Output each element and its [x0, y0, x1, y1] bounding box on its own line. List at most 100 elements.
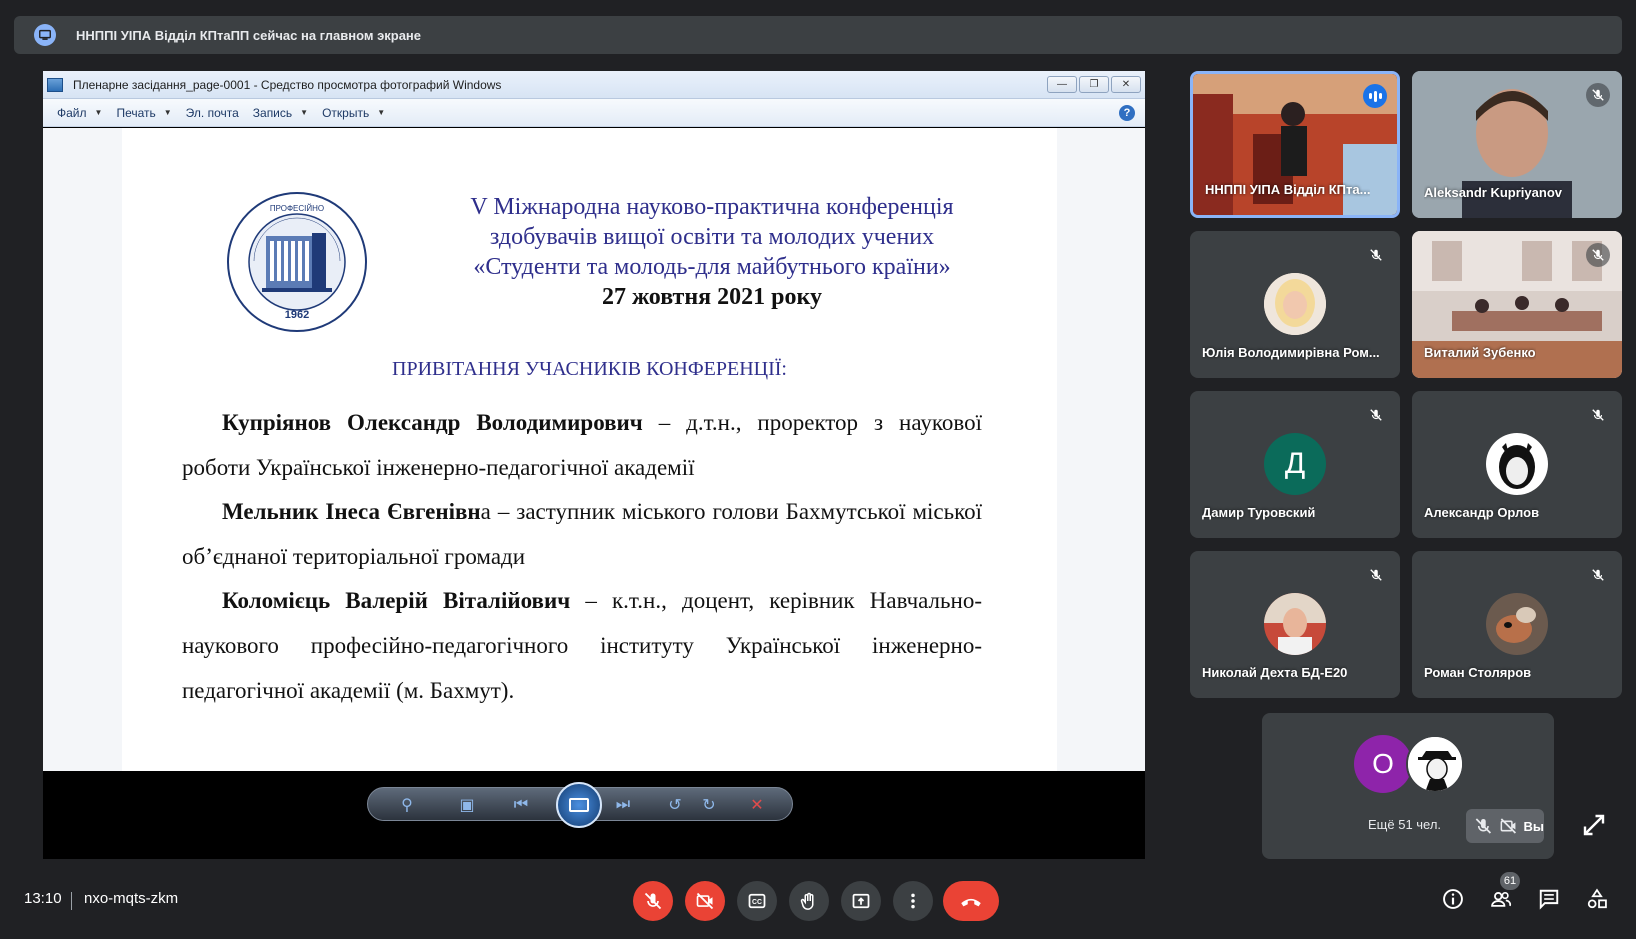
- expand-icon[interactable]: [1582, 813, 1606, 837]
- document-area: ПРОФЕСІЙНО 1962 V Міжнародна науково-пра…: [43, 128, 1145, 771]
- participant-avatar-letter: Д: [1264, 433, 1326, 495]
- chat-icon: [1539, 889, 1559, 910]
- chevron-down-icon: ▼: [94, 108, 103, 117]
- participant-name: Виталий Зубенко: [1424, 345, 1536, 360]
- self-view-controls: Вы: [1466, 809, 1544, 843]
- camera-off-icon: [696, 892, 714, 910]
- close-button[interactable]: ✕: [1111, 76, 1141, 93]
- mic-off-icon: [1586, 83, 1610, 107]
- photo-viewer-icon: [47, 77, 63, 92]
- participant-avatar: [1264, 593, 1326, 655]
- participant-tile[interactable]: Aleksandr Kupriyanov: [1412, 71, 1622, 218]
- mic-off-icon[interactable]: [1474, 815, 1493, 837]
- minimize-button[interactable]: —: [1047, 76, 1077, 93]
- mic-toggle-button[interactable]: [633, 881, 673, 921]
- chevron-down-icon: ▼: [300, 108, 309, 117]
- participant-avatar: [1486, 593, 1548, 655]
- participant-name: Александр Орлов: [1424, 505, 1540, 520]
- speaker-name-1: Купріянов Олександр Володимирович: [222, 410, 643, 435]
- participant-name: Юлія Володимирівна Ром...: [1202, 345, 1380, 360]
- conference-line-1: V Міжнародна науково-практична конференц…: [470, 194, 954, 220]
- participant-avatar-letter: O: [1354, 735, 1412, 793]
- menu-email[interactable]: Эл. почта: [186, 106, 239, 120]
- greeting-paragraph-2: Мельник Інеса Євгенівна – заступник місь…: [182, 499, 982, 569]
- participant-name: Роман Столяров: [1424, 665, 1532, 680]
- conference-heading: V Міжнародна науково-практична конференц…: [412, 192, 1012, 312]
- help-icon[interactable]: ?: [1119, 105, 1135, 121]
- rotate-left-icon[interactable]: ↺: [664, 795, 686, 815]
- next-icon[interactable]: ⏭: [612, 795, 634, 815]
- zoom-icon[interactable]: ⚲: [396, 795, 418, 815]
- self-label: Вы: [1523, 818, 1545, 834]
- participant-tile[interactable]: Роман Столяров: [1412, 551, 1622, 698]
- menu-file[interactable]: Файл ▼: [57, 106, 102, 120]
- more-vert-icon: [911, 893, 915, 909]
- mic-off-icon: [1586, 243, 1610, 267]
- mic-off-icon: [644, 892, 662, 910]
- menu-burn[interactable]: Запись ▼: [253, 106, 308, 120]
- conference-date: 27 жовтня 2021 року: [601, 284, 822, 310]
- actual-size-icon[interactable]: ▣: [456, 795, 478, 815]
- more-options-button[interactable]: [893, 881, 933, 921]
- logo-year: 1962: [285, 309, 309, 321]
- meeting-control-bar: 13:10 nxo-mqts-zkm CC: [0, 870, 1636, 939]
- people-icon: [1491, 891, 1512, 907]
- speaking-indicator-icon: [1363, 84, 1387, 108]
- chevron-down-icon: ▼: [377, 108, 386, 117]
- people-count-badge: 61: [1500, 872, 1520, 890]
- present-now-button[interactable]: [841, 881, 881, 921]
- meeting-code: nxo-mqts-zkm: [84, 890, 179, 907]
- banner-text: ННППІ УІПА Відділ КПтаПП сейчас на главн…: [76, 27, 422, 43]
- participant-avatar: [1264, 273, 1326, 335]
- participant-tile-presenter[interactable]: ННППІ УІПА Відділ КПта...: [1190, 71, 1400, 218]
- camera-toggle-button[interactable]: [685, 881, 725, 921]
- slideshow-button[interactable]: [556, 782, 602, 828]
- participant-avatar: [1406, 735, 1464, 793]
- participant-name: Aleksandr Kupriyanov: [1424, 185, 1562, 200]
- more-participants-count: Ещё 51 чел.: [1368, 817, 1442, 832]
- captions-button[interactable]: CC: [737, 881, 777, 921]
- participant-tile[interactable]: Александр Орлов: [1412, 391, 1622, 538]
- viewer-controls-area: ⚲ ▣ ⏮ ⏭ ↺ ↻ ✕: [43, 771, 1145, 859]
- participant-name: Николай Дехта БД-Е20: [1202, 665, 1348, 680]
- greeting-heading: ПРИВІТАННЯ УЧАСНИКІВ КОНФЕРЕНЦІЇ:: [392, 358, 787, 380]
- delete-icon[interactable]: ✕: [746, 795, 768, 815]
- camera-off-icon[interactable]: [1499, 815, 1518, 837]
- chat-button[interactable]: [1536, 886, 1562, 912]
- mic-off-icon: [1586, 563, 1610, 587]
- institute-logo: ПРОФЕСІЙНО 1962: [227, 192, 367, 332]
- presentation-stage: Пленарне засідання_page-0001 - Средство …: [43, 71, 1145, 859]
- viewer-toolbar: ⚲ ▣ ⏮ ⏭ ↺ ↻ ✕: [367, 782, 793, 828]
- participant-tile[interactable]: Юлія Володимирівна Ром...: [1190, 231, 1400, 378]
- mic-off-icon: [1364, 403, 1388, 427]
- participant-name: Дамир Туровский: [1202, 505, 1316, 520]
- viewer-title: Пленарне засідання_page-0001 - Средство …: [73, 77, 502, 92]
- menu-print[interactable]: Печать ▼: [116, 106, 171, 120]
- rotate-right-icon[interactable]: ↻: [698, 795, 720, 815]
- participant-name: ННППІ УІПА Відділ КПта...: [1205, 182, 1371, 197]
- activities-button[interactable]: [1584, 886, 1610, 912]
- participant-tile[interactable]: Николай Дехта БД-Е20: [1190, 551, 1400, 698]
- greeting-paragraph-3: Коломієць Валерій Віталійович – к.т.н., …: [182, 588, 982, 703]
- raise-hand-button[interactable]: [789, 881, 829, 921]
- svg-text:ПРОФЕСІЙНО: ПРОФЕСІЙНО: [270, 204, 324, 213]
- captions-icon: CC: [748, 893, 766, 909]
- leave-call-button[interactable]: [943, 881, 999, 921]
- greeting-paragraph-1: Купріянов Олександр Володимирович – д.т.…: [182, 410, 982, 480]
- document-page: ПРОФЕСІЙНО 1962 V Міжнародна науково-пра…: [122, 128, 1057, 771]
- activities-icon: [1587, 888, 1607, 909]
- meeting-details-button[interactable]: [1440, 886, 1466, 912]
- viewer-menu-bar: Файл ▼ Печать ▼ Эл. почта Запись ▼ Открыть ▼…: [43, 99, 1145, 127]
- maximize-button[interactable]: ❐: [1079, 76, 1109, 93]
- previous-icon[interactable]: ⏮: [510, 795, 532, 815]
- mic-off-icon: [1586, 403, 1610, 427]
- mic-off-icon: [1364, 243, 1388, 267]
- participant-tile[interactable]: Д Дамир Туровский: [1190, 391, 1400, 538]
- mic-off-icon: [1364, 563, 1388, 587]
- speaker-name-2: Мельник Інеса Євгенівн: [222, 499, 481, 524]
- clock: 13:10: [24, 890, 62, 907]
- menu-open[interactable]: Открыть ▼: [322, 106, 385, 120]
- viewer-title-bar: Пленарне засідання_page-0001 - Средство …: [43, 71, 1145, 99]
- presenting-banner: ННППІ УІПА Відділ КПтаПП сейчас на главн…: [14, 16, 1622, 54]
- participant-tile[interactable]: Виталий Зубенко: [1412, 231, 1622, 378]
